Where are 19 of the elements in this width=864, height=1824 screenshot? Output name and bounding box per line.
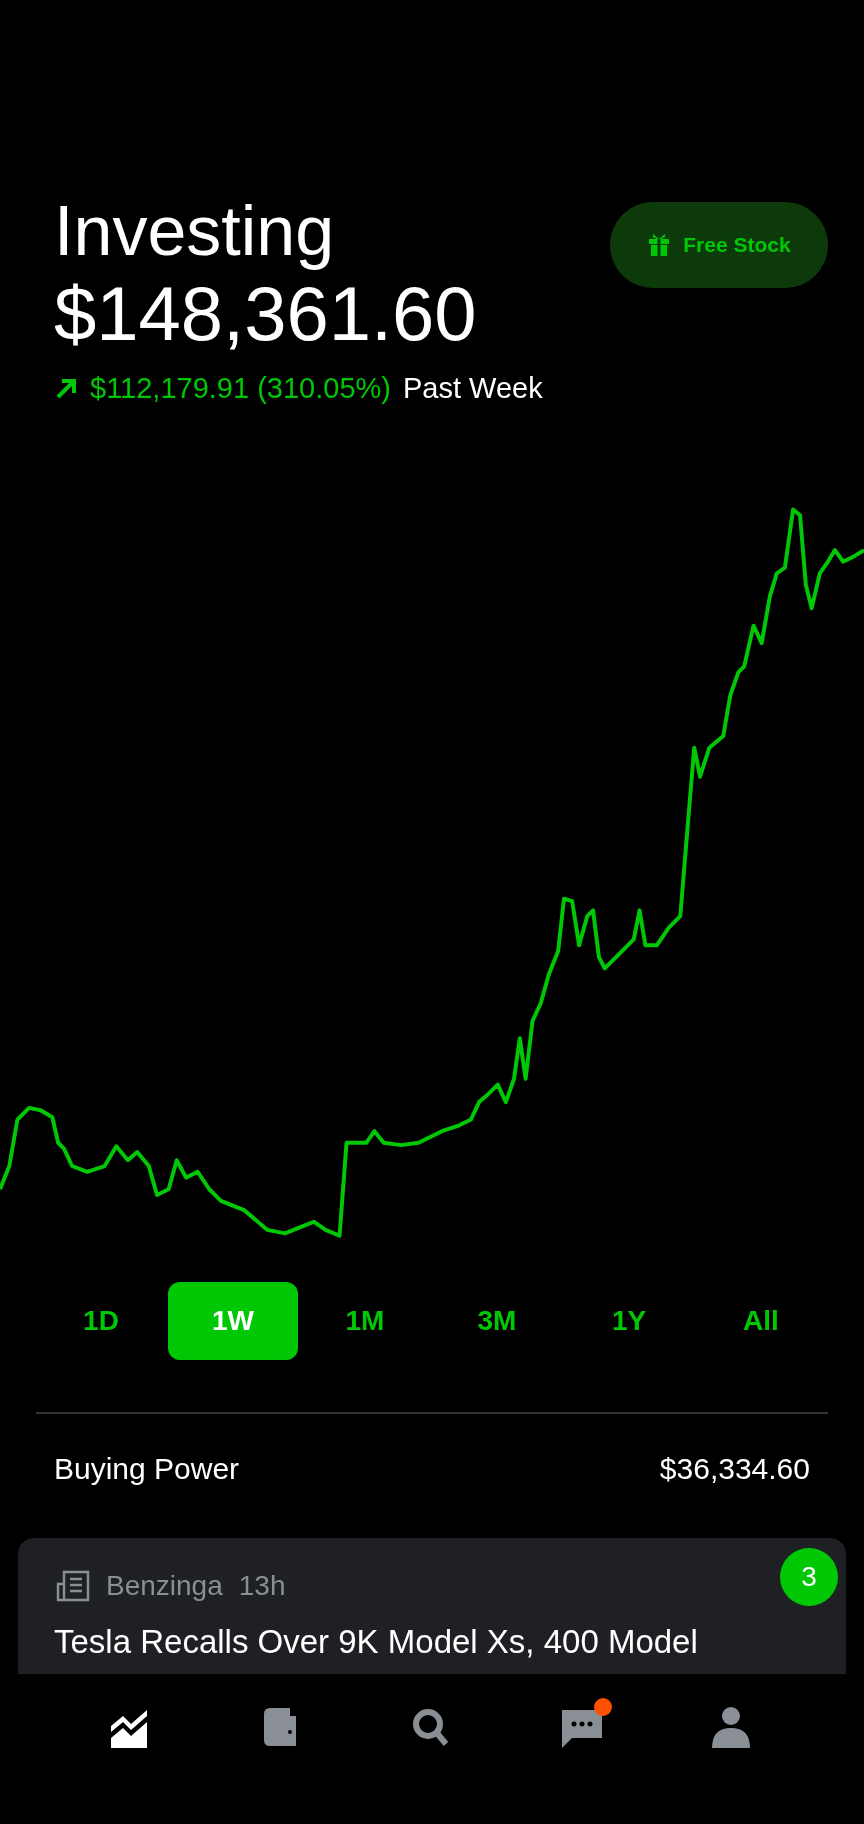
notification-dot [594,1698,613,1716]
portfolio-value: $148,361.60 [54,272,478,356]
newspaper-icon [54,1570,90,1602]
arrow-icon [54,376,78,401]
range-tab[interactable]: All [696,1282,826,1360]
change-amount: $112,179.91 (310.05%) [90,372,391,405]
range-tab[interactable]: 1D [36,1282,166,1360]
change-period: Past Week [403,372,543,405]
range-tab[interactable]: 1M [300,1282,430,1360]
range-tab[interactable]: 1Y [564,1282,694,1360]
news-time: 13h [238,1570,286,1602]
buying-power-value: $36,334.60 [659,1452,810,1487]
news-headline: Tesla Recalls Over 9K Model Xs, 400 Model [54,1622,699,1662]
buying-power-label: Buying Power [54,1452,240,1487]
gift-icon [647,234,672,256]
page-title: Investing [54,192,336,270]
news-source: Benzinga [106,1570,223,1602]
range-tab[interactable]: 3M [432,1282,562,1360]
free-stock-button[interactable]: Free Stock [610,202,828,288]
